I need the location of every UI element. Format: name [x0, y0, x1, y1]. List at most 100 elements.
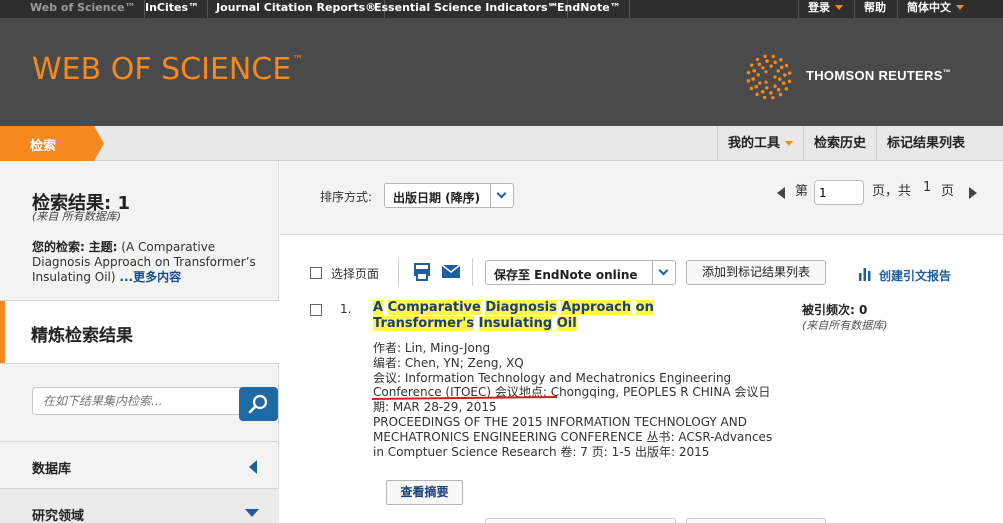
create-citation-report-link[interactable]: 创建引文报告: [879, 267, 951, 284]
login-menu[interactable]: 登录: [798, 0, 852, 18]
logo-dot: [752, 68, 757, 73]
search-history-link[interactable]: 检索历史: [803, 126, 876, 161]
record-authors: 作者: Lin, Ming-Jong: [373, 341, 491, 355]
add-to-marked-list-button[interactable]: 添加到标记结果列表: [686, 260, 826, 285]
result-record: 1. A Comparative Diagnosis Approach on T…: [280, 296, 1003, 523]
title-word: on: [635, 300, 654, 315]
more-link[interactable]: ...更多内容: [119, 270, 181, 284]
publisher-tm: ™: [942, 68, 951, 77]
search-icon: [248, 394, 268, 414]
record-title-link[interactable]: A Comparative Diagnosis Approach on Tran…: [373, 300, 743, 332]
print-icon[interactable]: [413, 263, 431, 281]
title-word: Oil: [556, 316, 577, 331]
chevron-down-icon: [956, 5, 964, 10]
results-source: (来自 所有数据库): [32, 210, 122, 223]
product-link-esi[interactable]: Essential Science Indicators℠: [366, 0, 568, 18]
login-label: 登录: [808, 1, 830, 14]
facet-research-area[interactable]: 研究领域: [0, 489, 279, 523]
logo-dot: [778, 92, 783, 97]
logo-dot: [746, 70, 751, 75]
thomson-reuters-logo: [746, 54, 792, 100]
logo-dot: [754, 84, 759, 89]
logo-dot: [756, 73, 760, 77]
divider: [472, 258, 473, 286]
facet-database[interactable]: 数据库: [0, 442, 279, 489]
my-tools-menu[interactable]: 我的工具: [717, 126, 803, 161]
logo-dot: [771, 95, 775, 100]
total-pages: 1: [923, 180, 932, 195]
times-cited: 被引频次: 0: [802, 303, 868, 317]
logo-dot: [769, 91, 773, 95]
chevron-down-icon: [658, 265, 669, 276]
results-sidebar: 检索结果: 1 (来自 所有数据库) 您的检索: 主题: (A Comparat…: [0, 161, 279, 523]
sort-label: 排序方式:: [320, 190, 373, 204]
logo-dot: [787, 79, 792, 84]
bar-chart-icon: [859, 268, 871, 281]
product-link-incites[interactable]: InCites™: [137, 0, 209, 18]
save-endnote-select[interactable]: 保存至 EndNote online: [485, 260, 676, 285]
logo-dot: [773, 84, 777, 88]
record-checkbox[interactable]: [310, 304, 322, 316]
title-word: Diagnosis: [485, 300, 557, 315]
record-editors: 编者: Chen, YN; Zeng, XQ: [373, 355, 524, 370]
select-page-checkbox[interactable]: [310, 267, 322, 279]
product-link-wos[interactable]: Web of Science™: [22, 0, 145, 18]
logo-dot: [761, 66, 765, 70]
logo-dot: [779, 65, 784, 70]
chevron-down-icon: [835, 5, 843, 10]
view-abstract-button[interactable]: 查看摘要: [386, 480, 463, 505]
page-next-icon[interactable]: [969, 187, 977, 199]
page-prev-icon[interactable]: [777, 187, 785, 199]
language-label: 简体中文: [907, 1, 951, 14]
logo-dot: [784, 87, 789, 91]
topic-label: 主题:: [88, 240, 118, 254]
help-link[interactable]: 帮助: [854, 0, 895, 18]
logo-dot: [757, 62, 762, 67]
logo-dot: [769, 64, 773, 68]
facet-database-label: 数据库: [32, 462, 72, 477]
facet-research-area-label: 研究领域: [32, 509, 85, 523]
logo-dot: [787, 71, 792, 75]
site-header: WEB OF SCIENCE™ THOMSON REUTERS™: [0, 18, 1003, 126]
divider: [0, 363, 279, 364]
product-link-endnote[interactable]: EndNote™: [549, 0, 630, 18]
title-word: Approach: [561, 300, 632, 315]
product-link-jcr[interactable]: Journal Citation Reports®: [208, 0, 386, 18]
logo-dot: [773, 75, 777, 79]
page-word: 页: [941, 184, 955, 199]
tab-search[interactable]: 检索: [0, 126, 104, 161]
bottom-marked-button-partial[interactable]: [686, 518, 826, 523]
page-number-input[interactable]: [814, 180, 864, 205]
results-toolbar: 选择页面 保存至 EndNote online 添加到标记结果列表 创建引文报告: [280, 250, 1003, 294]
logo-dot: [755, 92, 759, 97]
web-of-science-logo[interactable]: WEB OF SCIENCE™: [32, 52, 303, 87]
times-cited-source: (来自所有数据库): [802, 319, 888, 332]
refine-header: 精炼检索结果: [0, 301, 279, 363]
brand-tm: ™: [292, 53, 304, 66]
logo-dot: [762, 95, 767, 100]
publisher-label: THOMSON REUTERS: [806, 68, 943, 83]
logo-dot: [751, 77, 755, 81]
select-page-label: 选择页面: [331, 267, 380, 281]
logo-dot: [783, 73, 787, 77]
title-word: Transformer's: [373, 316, 475, 331]
record-metadata: 作者: Lin, Ming-Jong 编者: Chen, YN; Zeng, X…: [373, 341, 773, 459]
triangle-down-icon: [245, 509, 259, 517]
logo-dot: [776, 69, 780, 73]
email-icon[interactable]: [442, 265, 460, 279]
language-menu[interactable]: 简体中文: [897, 0, 973, 18]
logo-dot: [765, 59, 769, 63]
save-endnote-label: 保存至 EndNote online: [494, 268, 638, 282]
triangle-left-icon: [249, 460, 257, 474]
bottom-endnote-select-partial[interactable]: [485, 518, 676, 523]
my-tools-label: 我的工具: [728, 136, 781, 151]
sort-select[interactable]: 出版日期 (降序): [384, 183, 514, 208]
refine-search-button[interactable]: [239, 387, 278, 421]
refine-search-input[interactable]: [32, 387, 242, 415]
sort-value: 出版日期 (降序): [393, 191, 481, 205]
logo-dot: [771, 54, 776, 59]
chevron-down-icon: [785, 141, 794, 146]
logo-dot: [764, 80, 768, 84]
publisher-name: THOMSON REUTERS™: [806, 68, 951, 83]
marked-list-link[interactable]: 标记结果列表: [876, 126, 975, 161]
